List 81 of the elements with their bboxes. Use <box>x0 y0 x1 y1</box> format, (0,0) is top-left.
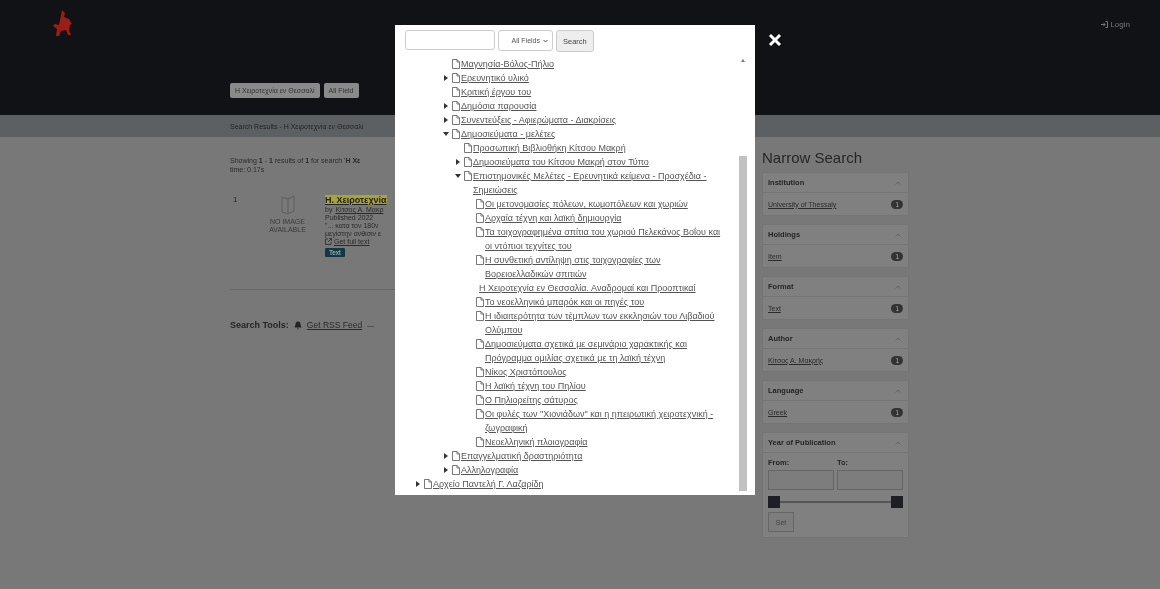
tree-link[interactable]: Οι μετονομασίες πόλεων, κωμοπόλεων και χωριών <box>485 197 728 211</box>
file-icon <box>476 311 484 321</box>
file-icon <box>452 73 460 83</box>
caret-icon <box>543 38 548 43</box>
file-icon <box>476 395 484 405</box>
slider-handle[interactable] <box>891 496 903 508</box>
tree-link[interactable]: Αλληλογραφία <box>461 463 732 477</box>
collapse-caret-icon[interactable] <box>455 173 461 179</box>
file-icon <box>476 437 484 447</box>
file-icon <box>452 101 460 111</box>
tree-link[interactable]: Οι φυλές των "Χιονιάδων" και η ηπειρωτική χειροτεχνική - ζωγραφική <box>485 407 728 435</box>
search-tools-label: Search Tools: <box>230 320 289 330</box>
tree-link[interactable]: Η ιδιαιτερότητα των τέμπλων των εκκλησιών του Λιβαδιού Ολύμπου <box>485 309 728 337</box>
tree-link[interactable]: Ερευνητικό υλικό <box>461 71 732 85</box>
tree-link[interactable]: Η Χειροτεχνία εν Θεσσαλία. Αναδρομαί και Προοπτικαί <box>479 281 726 295</box>
file-icon <box>464 157 472 167</box>
tree-link[interactable]: Δημοσιεύματα - μελέτες <box>461 127 732 141</box>
sign-in-icon <box>1101 21 1109 28</box>
tree-link[interactable]: Μαγνησία-Βόλος-Πήλιο <box>461 57 732 71</box>
collapse-caret-icon[interactable] <box>443 131 449 137</box>
file-icon <box>476 297 484 307</box>
login-link[interactable]: Login <box>1101 20 1130 29</box>
file-icon <box>476 227 484 237</box>
file-icon <box>476 255 484 265</box>
search-field[interactable] <box>405 30 495 50</box>
chevron-icon[interactable] <box>895 440 901 445</box>
to-year-field[interactable] <box>837 470 903 490</box>
tree-link[interactable]: Αρχείο Παντελή Γ. Λαζαρίδη <box>433 477 734 491</box>
tree-link[interactable]: Δημοσιεύματα του Κίτσου Μακρή στον Τύπο <box>473 155 730 169</box>
file-icon <box>452 451 460 461</box>
tree-link[interactable]: Το νεοελληνικό μπαρόκ και οι πηγές του <box>485 295 728 309</box>
scroll-up-icon[interactable] <box>741 59 745 62</box>
from-year-field[interactable] <box>768 470 834 490</box>
tree-link[interactable]: Αρχαία τέχνη και λαϊκή δημιουργία <box>485 211 728 225</box>
chevron-icon[interactable] <box>895 232 901 237</box>
tree-link[interactable]: Η συνθετική αντίληψη στις τοιχογραφίες των Βορειοελλαδικών σπιτιών <box>485 253 728 281</box>
expand-caret-icon[interactable] <box>443 117 449 123</box>
expand-caret-icon[interactable] <box>415 481 421 487</box>
result-number: 1 <box>232 195 239 206</box>
external-link-icon <box>325 238 332 245</box>
book-icon <box>280 195 295 215</box>
file-icon <box>476 339 484 349</box>
file-icon <box>424 479 432 489</box>
expand-caret-icon[interactable] <box>443 467 449 473</box>
chevron-icon[interactable] <box>895 284 901 289</box>
result-title[interactable]: Η. Χειροτεχνία <box>325 195 387 205</box>
expand-caret-icon[interactable] <box>455 159 461 165</box>
file-icon <box>476 381 484 391</box>
expand-caret-icon[interactable] <box>443 75 449 81</box>
file-icon <box>464 143 472 153</box>
file-icon <box>476 199 484 209</box>
chevron-icon[interactable] <box>895 180 901 185</box>
tree-link[interactable]: Η λαϊκή τέχνη του Πηλίου <box>485 379 728 393</box>
chevron-icon[interactable] <box>895 336 901 341</box>
tree-link[interactable]: Συνεντεύξεις - Αφιερώματα - Διακρίσεις <box>461 113 732 127</box>
tree-link[interactable]: Τα τοιχογραφημένα σπίτια του χωριού Πελεκάνος Βοΐου και οι ντόπιοι τεχνίτες του <box>485 225 728 253</box>
expand-caret-icon[interactable] <box>443 453 449 459</box>
bell-icon <box>293 320 302 330</box>
tree-link[interactable]: Κριτική έργου του <box>461 85 732 99</box>
tree-link[interactable]: Δημοσιεύματα σχετικά με σεμινάριο χαρακτικής και Πρόγραμμα ομιλίας σχετικά με τη λαϊκή τέχνη <box>485 337 728 365</box>
file-icon <box>452 129 460 139</box>
close-icon <box>768 32 782 47</box>
file-icon <box>452 115 460 125</box>
file-icon <box>476 213 484 223</box>
narrow-search-title: Narrow Search <box>762 149 864 166</box>
tree-link[interactable]: Δημόσια παρουσία <box>461 99 732 113</box>
file-icon <box>464 171 472 181</box>
tree-link[interactable]: Προσωπική Βιβλιοθήκη Κίτσου Μακρή <box>473 141 730 155</box>
tree-link[interactable]: Επαγγελματική δραστηριότητα <box>461 449 732 463</box>
expand-caret-icon[interactable] <box>443 103 449 109</box>
slider-handle[interactable] <box>768 496 780 508</box>
tree-link[interactable]: Νίκος Χριστόπουλος <box>485 365 728 379</box>
file-icon <box>452 59 460 69</box>
file-icon <box>452 87 460 97</box>
file-icon <box>452 465 460 475</box>
tree-link[interactable]: Νεοελληνική πλοιογραφία <box>485 435 728 449</box>
file-icon <box>476 409 484 419</box>
chevron-icon[interactable] <box>895 388 901 393</box>
tree-link[interactable]: Επιστημονικές Μελέτες - Ερευνητικά κείμενα - Προσχέδια - Σημειώσεις <box>473 169 730 197</box>
tree-link[interactable]: Ο Πηλιορείτης σάτυρος <box>485 393 728 407</box>
file-icon <box>476 367 484 377</box>
